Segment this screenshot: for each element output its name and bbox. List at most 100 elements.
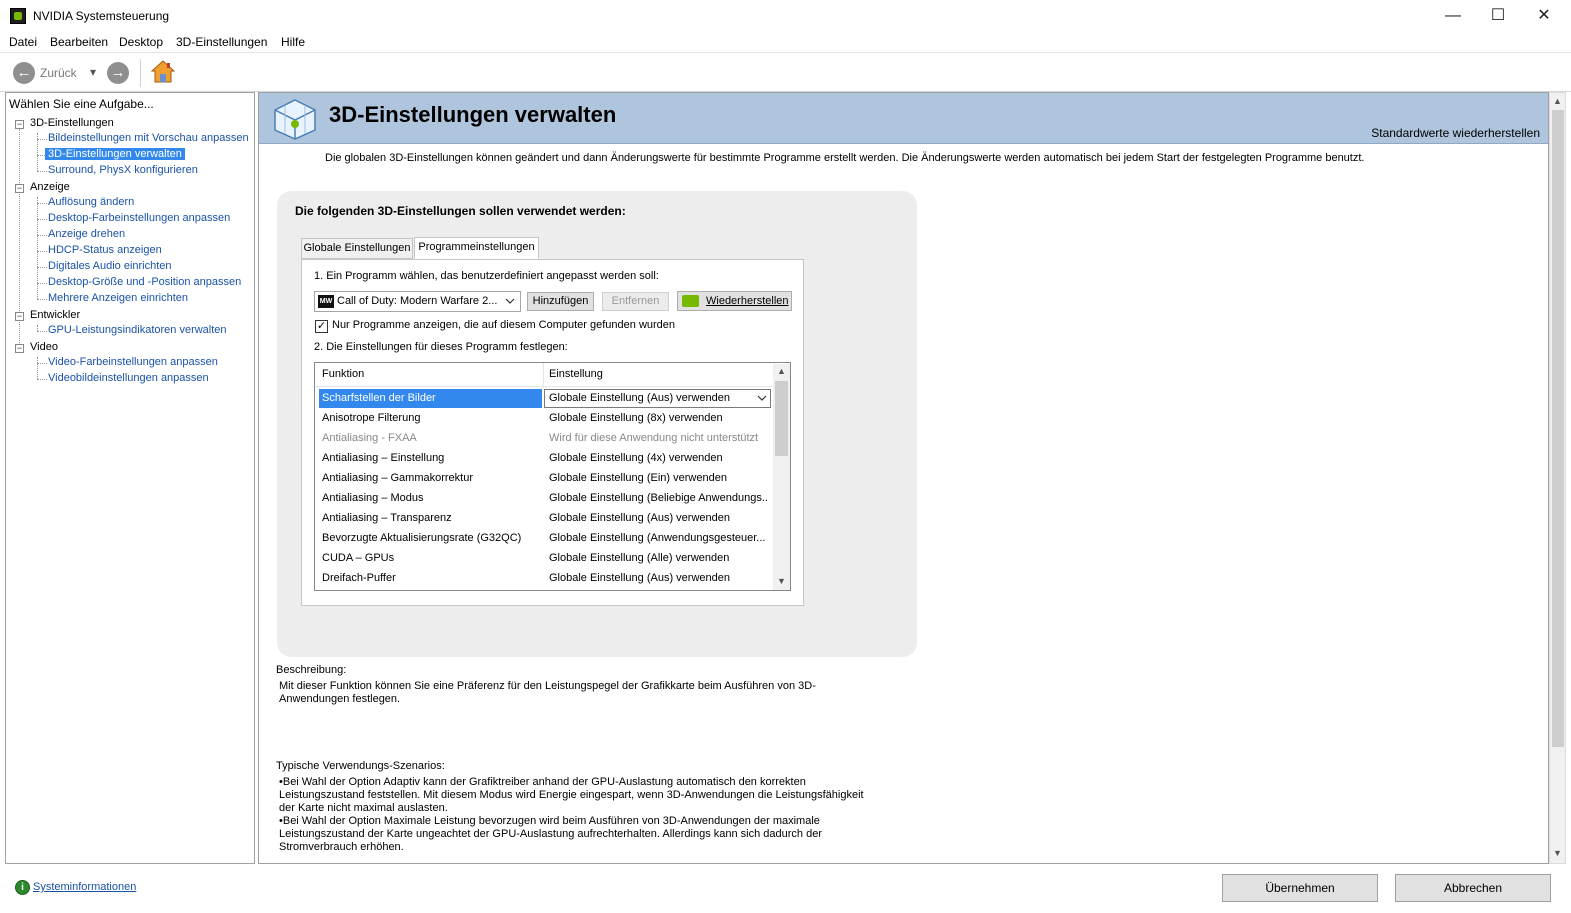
scroll-down-icon[interactable]: ▼ <box>1550 848 1565 858</box>
back-label[interactable]: Zurück <box>40 66 77 80</box>
row-setting: Globale Einstellung (4x) verwenden <box>549 452 723 464</box>
back-arrow-icon[interactable]: ← <box>13 62 35 84</box>
sidebar-item-desktop-farbe[interactable]: Desktop-Farbeinstellungen anpassen <box>48 212 230 224</box>
row-setting: Wird für diese Anwendung nicht unterstüt… <box>549 432 759 444</box>
row-function: Antialiasing – Modus <box>322 492 424 504</box>
grid-row[interactable]: Dreifach-Puffer Globale Einstellung (Aus… <box>315 568 773 588</box>
sidebar-item-anzeige-drehen[interactable]: Anzeige drehen <box>48 228 125 240</box>
row-setting: Globale Einstellung (Aus) verwenden <box>549 572 730 584</box>
nvidia-logo-icon <box>682 295 699 307</box>
tab-content: 1. Ein Programm wählen, das benutzerdefi… <box>301 259 804 606</box>
menu-bearbeiten[interactable]: Bearbeiten <box>50 35 108 49</box>
sidebar-item-bildeinstellungen[interactable]: Bildeinstellungen mit Vorschau anpassen <box>48 132 249 144</box>
grid-header: Funktion Einstellung <box>315 363 773 387</box>
remove-button[interactable]: Entfernen <box>602 292 669 311</box>
row-function: Antialiasing – Gammakorrektur <box>322 472 474 484</box>
checkmark-icon[interactable]: ✓ <box>315 320 328 333</box>
scroll-down-icon[interactable]: ▼ <box>774 576 789 586</box>
sidebar-item-mehrere-anzeigen[interactable]: Mehrere Anzeigen einrichten <box>48 292 188 304</box>
menu-datei[interactable]: Datei <box>9 35 37 49</box>
tab-globale-einstellungen[interactable]: Globale Einstellungen <box>301 238 413 259</box>
tree-group-anzeige[interactable]: Anzeige <box>30 181 70 193</box>
restore-button[interactable]: Wiederherstellen <box>677 291 792 311</box>
menu-desktop[interactable]: Desktop <box>119 35 163 49</box>
sidebar-item-video-farbe[interactable]: Video-Farbeinstellungen anpassen <box>48 356 218 368</box>
maximize-button[interactable]: ☐ <box>1475 0 1521 32</box>
description-title: Beschreibung: <box>276 664 347 676</box>
intro-text: Die globalen 3D-Einstellungen können geä… <box>325 152 1365 164</box>
tab-programmeinstellungen[interactable]: Programmeinstellungen <box>414 237 539 259</box>
forward-arrow-icon[interactable]: → <box>107 62 129 84</box>
main-scrollbar[interactable]: ▲ ▼ <box>1549 92 1566 864</box>
restore-defaults-link[interactable]: Standardwerte wiederherstellen <box>1371 126 1540 140</box>
tree-line <box>37 357 38 379</box>
nvidia-app-icon <box>10 8 26 24</box>
collapse-toggle[interactable]: − <box>15 120 24 129</box>
collapse-toggle[interactable]: − <box>15 344 24 353</box>
tree-group-3d-einstellungen[interactable]: 3D-Einstellungen <box>30 117 114 129</box>
task-panel: Wählen Sie eine Aufgabe... − 3D-Einstell… <box>5 92 255 864</box>
description-text: Mit dieser Funktion können Sie eine Präf… <box>279 680 816 705</box>
add-button[interactable]: Hinzufügen <box>527 292 594 311</box>
row-function: CUDA – GPUs <box>322 552 395 564</box>
history-dropdown[interactable]: ▾ <box>90 65 96 79</box>
system-info-icon[interactable]: i <box>15 880 30 895</box>
apply-button[interactable]: Übernehmen <box>1222 874 1378 902</box>
settings-grid: Funktion Einstellung Scharfstellen der B… <box>314 362 791 591</box>
scenario-line: Leistungszustand feststellen. Mit diesem… <box>279 789 864 801</box>
settings-panel: Die folgenden 3D-Einstellungen sollen ve… <box>277 191 917 657</box>
sidebar-item-videobild[interactable]: Videobildeinstellungen anpassen <box>48 372 209 384</box>
grid-scroll-thumb[interactable] <box>775 381 788 456</box>
grid-row[interactable]: Antialiasing - FXAA Wird für diese Anwen… <box>315 428 773 448</box>
sidebar-item-3d-einstellungen-verwalten[interactable]: 3D-Einstellungen verwalten <box>45 148 185 160</box>
cancel-button[interactable]: Abbrechen <box>1395 874 1551 902</box>
collapse-toggle[interactable]: − <box>15 184 24 193</box>
minimize-button[interactable]: — <box>1430 0 1476 32</box>
grid-row[interactable]: Bevorzugte Aktualisierungsrate (G32QC) G… <box>315 528 773 548</box>
row-function: Dreifach-Puffer <box>322 572 396 584</box>
page-title: 3D-Einstellungen verwalten <box>329 102 617 127</box>
tree-group-video[interactable]: Video <box>30 341 58 353</box>
page-header: 3D-Einstellungen verwalten Standardwerte… <box>259 93 1548 144</box>
grid-row[interactable]: CUDA – GPUs Globale Einstellung (Alle) v… <box>315 548 773 568</box>
close-button[interactable]: ✕ <box>1521 0 1567 32</box>
sidebar-item-gpu-leistung[interactable]: GPU-Leistungsindikatoren verwalten <box>48 324 227 336</box>
program-dropdown[interactable]: MW Call of Duty: Modern Warfare 2... <box>314 291 521 312</box>
grid-row-selected[interactable]: Scharfstellen der Bilder Globale Einstel… <box>315 388 773 408</box>
grid-row[interactable]: Antialiasing – Modus Globale Einstellung… <box>315 488 773 508</box>
menu-hilfe[interactable]: Hilfe <box>281 35 305 49</box>
program-icon: MW <box>318 295 334 308</box>
tree-group-entwickler[interactable]: Entwickler <box>30 309 80 321</box>
row-setting: Globale Einstellung (Beliebige Anwendung… <box>549 492 767 504</box>
settings-heading: Die folgenden 3D-Einstellungen sollen ve… <box>295 204 626 218</box>
row-function: Antialiasing - FXAA <box>322 432 417 444</box>
row-setting: Globale Einstellung (Ein) verwenden <box>549 472 727 484</box>
sidebar-item-aufloesung[interactable]: Auflösung ändern <box>48 196 134 208</box>
scroll-up-icon[interactable]: ▲ <box>774 366 789 376</box>
grid-scrollbar[interactable]: ▲ ▼ <box>773 364 790 590</box>
main-scroll-thumb[interactable] <box>1552 110 1564 747</box>
row-function: Scharfstellen der Bilder <box>322 392 436 404</box>
sidebar-item-audio[interactable]: Digitales Audio einrichten <box>48 260 172 272</box>
system-info-link[interactable]: Systeminformationen <box>33 881 136 893</box>
sidebar-item-surround-physx[interactable]: Surround, PhysX konfigurieren <box>48 164 198 176</box>
program-dropdown-value: Call of Duty: Modern Warfare 2... <box>337 295 498 307</box>
collapse-toggle[interactable]: − <box>15 312 24 321</box>
step2-label: 2. Die Einstellungen für dieses Programm… <box>314 341 568 353</box>
scroll-up-icon[interactable]: ▲ <box>1550 96 1565 106</box>
step1-label: 1. Ein Programm wählen, das benutzerdefi… <box>314 270 659 282</box>
grid-row[interactable]: Anisotrope Filterung Globale Einstellung… <box>315 408 773 428</box>
row-setting: Globale Einstellung (Aus) verwenden <box>549 512 730 524</box>
menu-3d-einstellungen[interactable]: 3D-Einstellungen <box>176 35 267 49</box>
grid-row[interactable]: Antialiasing – Gammakorrektur Globale Ei… <box>315 468 773 488</box>
grid-row[interactable]: Antialiasing – Transparenz Globale Einst… <box>315 508 773 528</box>
checkbox-label[interactable]: Nur Programme anzeigen, die auf diesem C… <box>332 319 675 331</box>
scenario-line: •Bei Wahl der Option Adaptiv kann der Gr… <box>279 776 806 788</box>
task-panel-title: Wählen Sie eine Aufgabe... <box>9 97 154 111</box>
sidebar-item-desktop-groesse[interactable]: Desktop-Größe und -Position anpassen <box>48 276 241 288</box>
sidebar-item-hdcp[interactable]: HDCP-Status anzeigen <box>48 244 162 256</box>
scenario-line: der Karte nicht maximal auslasten. <box>279 802 448 814</box>
grid-row[interactable]: Antialiasing – Einstellung Globale Einst… <box>315 448 773 468</box>
home-icon[interactable] <box>150 59 176 85</box>
row-setting: Globale Einstellung (Anwendungsgesteuer.… <box>549 532 766 544</box>
